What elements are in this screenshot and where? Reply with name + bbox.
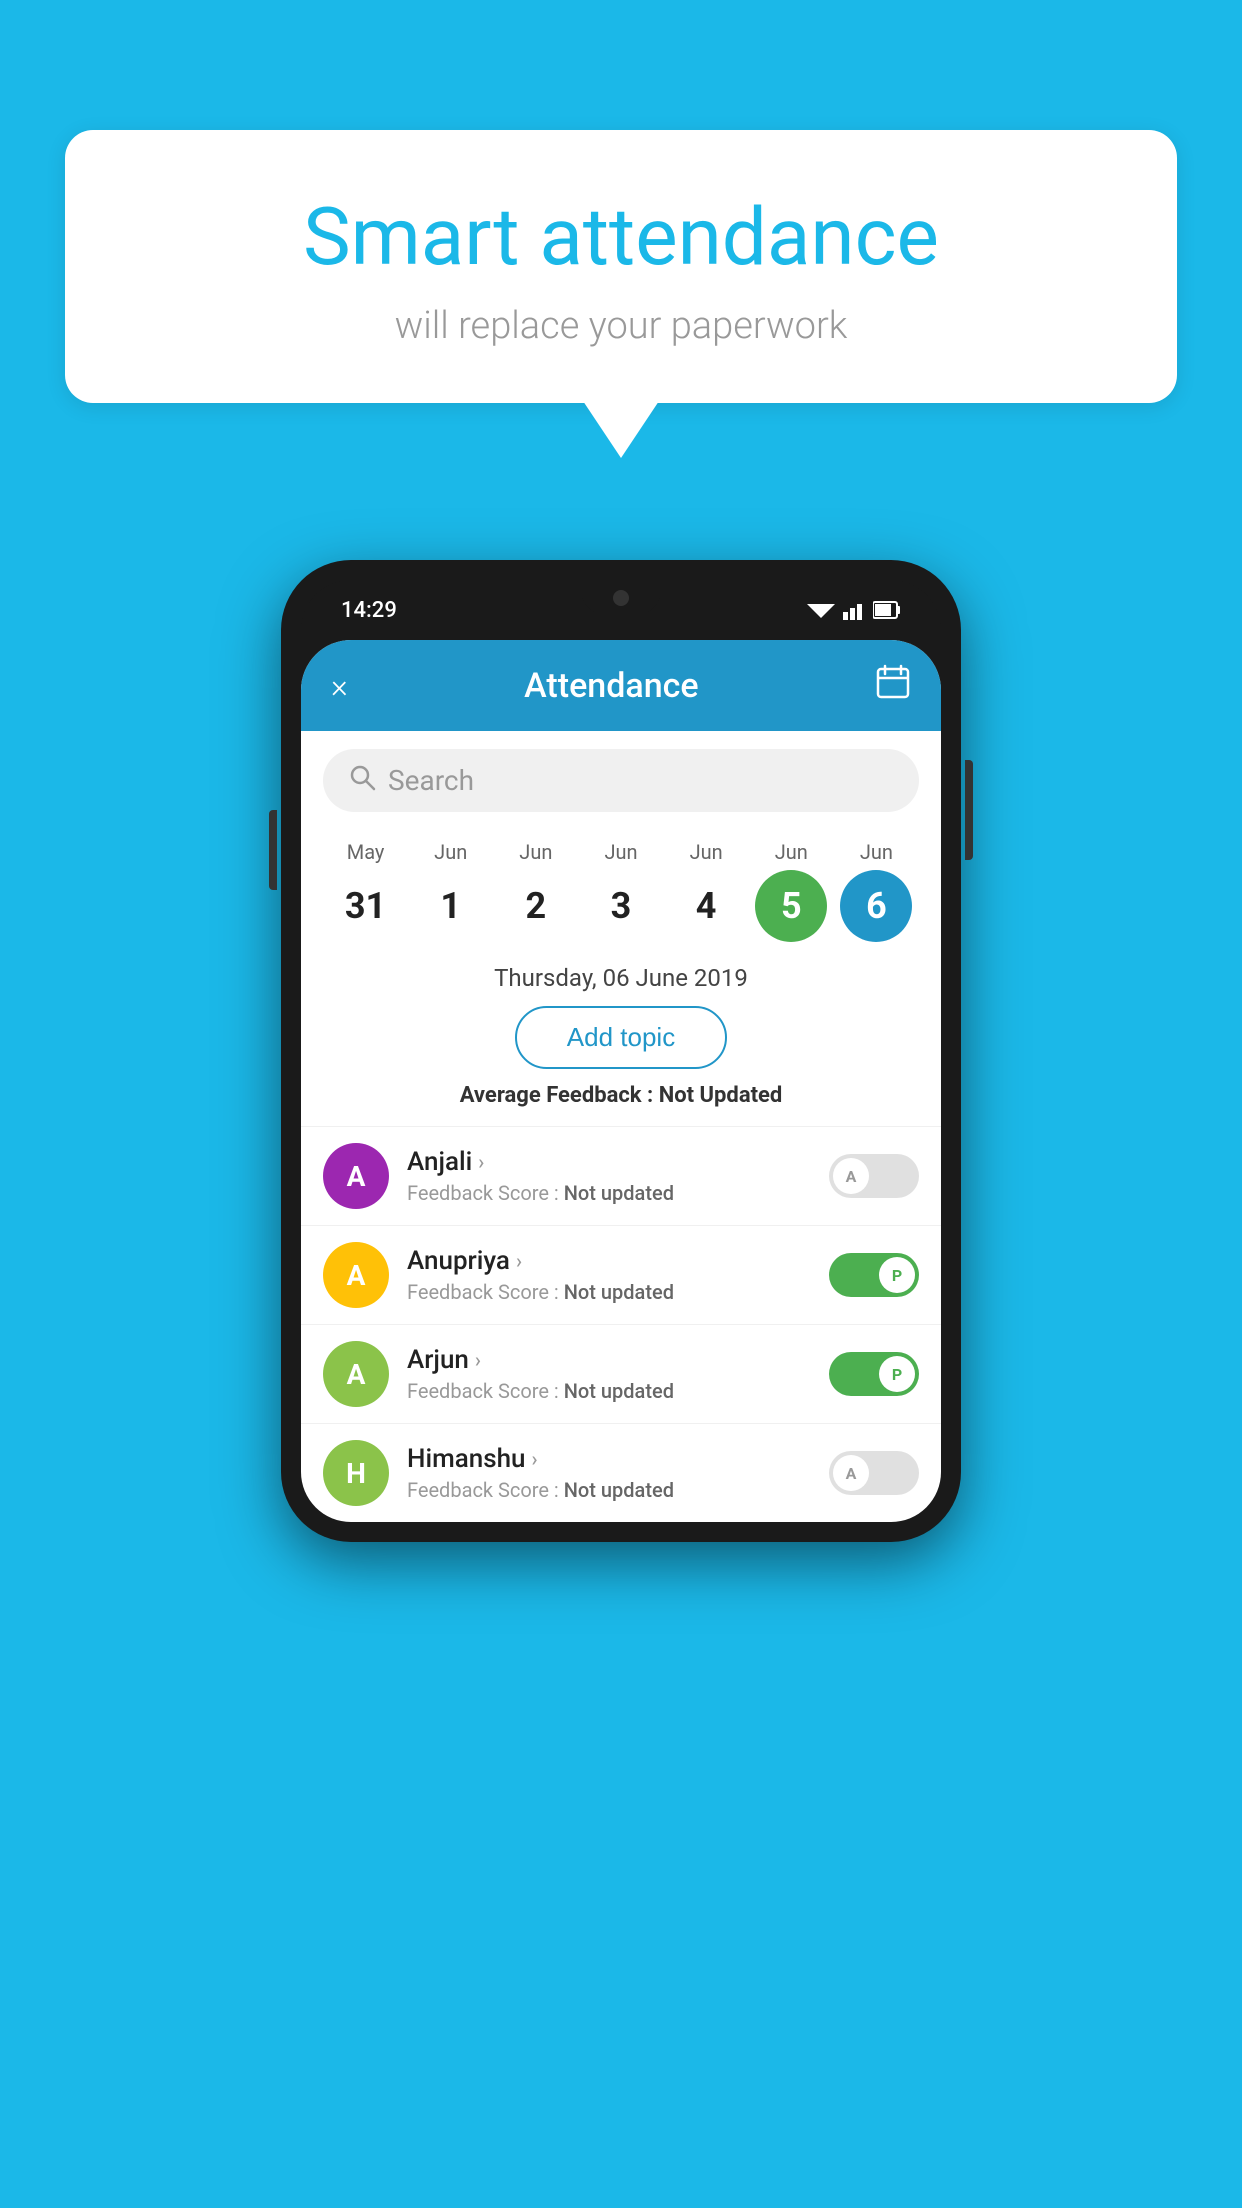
toggle-container[interactable]: P [829, 1352, 919, 1396]
signal-icon [843, 600, 865, 620]
date-month: Jun [749, 840, 834, 864]
toggle-container[interactable]: A [829, 1154, 919, 1198]
phone-wrapper: 14:29 [281, 560, 961, 1542]
wifi-icon [807, 600, 835, 620]
chevron-icon: › [475, 1348, 481, 1372]
selected-date-label: Thursday, 06 June 2019 [301, 964, 941, 992]
date-item[interactable]: May 31 [323, 840, 408, 942]
feedback-score: Feedback Score : Not updated [407, 1181, 829, 1205]
avg-feedback-label: Average Feedback : [460, 1083, 659, 1108]
speech-bubble: Smart attendance will replace your paper… [65, 130, 1177, 403]
status-icons [807, 600, 901, 620]
speech-bubble-container: Smart attendance will replace your paper… [65, 130, 1177, 403]
chevron-icon: › [516, 1249, 522, 1273]
phone-screen: × Attendance [301, 640, 941, 1522]
table-row[interactable]: AAnjali ›Feedback Score : Not updatedA [301, 1126, 941, 1225]
date-item[interactable]: Jun 2 [493, 840, 578, 942]
app-header: × Attendance [301, 640, 941, 731]
toggle-container[interactable]: P [829, 1253, 919, 1297]
table-row[interactable]: A Arjun › Feedback Score : Not updated P [301, 1324, 941, 1423]
student-name[interactable]: Himanshu › [407, 1444, 829, 1474]
avg-feedback: Average Feedback : Not Updated [301, 1083, 941, 1108]
add-topic-button[interactable]: Add topic [515, 1006, 727, 1069]
date-month: Jun [664, 840, 749, 864]
phone-frame: 14:29 [281, 560, 961, 1542]
feedback-value: Not updated [564, 1379, 674, 1403]
toggle-knob: A [833, 1455, 869, 1491]
calendar-icon[interactable] [875, 664, 911, 707]
close-button[interactable]: × [331, 667, 348, 705]
date-item[interactable]: Jun 5 [749, 840, 834, 942]
feedback-score: Feedback Score : Not updated [407, 1379, 829, 1403]
date-strip: May31Jun1Jun2Jun3Jun4Jun5Jun6 [301, 830, 941, 958]
date-day[interactable]: 4 [670, 870, 742, 942]
date-item[interactable]: Jun 6 [834, 840, 919, 942]
toggle-container[interactable]: A [829, 1451, 919, 1495]
date-month: Jun [493, 840, 578, 864]
date-month: Jun [408, 840, 493, 864]
chevron-icon: › [532, 1447, 538, 1471]
avatar: A [323, 1341, 389, 1407]
attendance-toggle[interactable]: P [829, 1253, 919, 1297]
avg-feedback-value: Not Updated [659, 1083, 783, 1108]
student-list: AAnjali ›Feedback Score : Not updatedAAA… [301, 1126, 941, 1522]
chevron-icon: › [478, 1150, 484, 1174]
feedback-value: Not updated [564, 1280, 674, 1304]
avatar: A [323, 1143, 389, 1209]
attendance-toggle[interactable]: A [829, 1451, 919, 1495]
speech-bubble-title: Smart attendance [125, 190, 1117, 284]
speech-bubble-subtitle: will replace your paperwork [125, 304, 1117, 348]
feedback-value: Not updated [564, 1181, 674, 1205]
avatar: A [323, 1242, 389, 1308]
attendance-toggle[interactable]: P [829, 1352, 919, 1396]
feedback-value: Not updated [564, 1478, 674, 1502]
table-row[interactable]: H Himanshu › Feedback Score : Not updatedA [301, 1423, 941, 1522]
student-name[interactable]: Arjun › [407, 1345, 829, 1375]
date-item[interactable]: Jun 3 [578, 840, 663, 942]
phone-notch [581, 580, 661, 615]
toggle-knob: A [833, 1158, 869, 1194]
student-name[interactable]: Anjali › [407, 1147, 829, 1177]
header-title: Attendance [524, 666, 698, 706]
side-button-left [269, 810, 277, 890]
search-icon [348, 763, 376, 798]
toggle-knob: P [879, 1257, 915, 1293]
camera-dot [613, 590, 629, 606]
date-day[interactable]: 2 [500, 870, 572, 942]
search-input[interactable]: Search [388, 764, 474, 797]
date-day[interactable]: 5 [755, 870, 827, 942]
date-month: May [323, 840, 408, 864]
side-button-right [965, 760, 973, 860]
feedback-score: Feedback Score : Not updated [407, 1478, 829, 1502]
status-time: 14:29 [341, 598, 397, 623]
table-row[interactable]: A Anupriya › Feedback Score : Not updated P [301, 1225, 941, 1324]
attendance-toggle[interactable]: A [829, 1154, 919, 1198]
avatar: H [323, 1440, 389, 1506]
date-item[interactable]: Jun 4 [664, 840, 749, 942]
date-month: Jun [834, 840, 919, 864]
student-name[interactable]: Anupriya › [407, 1246, 829, 1276]
student-info: Anupriya › Feedback Score : Not updated [389, 1246, 829, 1304]
toggle-knob: P [879, 1356, 915, 1392]
status-bar: 14:29 [301, 580, 941, 640]
date-day[interactable]: 6 [840, 870, 912, 942]
date-day[interactable]: 1 [415, 870, 487, 942]
student-info: Arjun › Feedback Score : Not updated [389, 1345, 829, 1403]
date-day[interactable]: 3 [585, 870, 657, 942]
date-item[interactable]: Jun 1 [408, 840, 493, 942]
battery-icon [873, 600, 901, 620]
date-month: Jun [578, 840, 663, 864]
student-info: Anjali › Feedback Score : Not updated [389, 1147, 829, 1205]
feedback-score: Feedback Score : Not updated [407, 1280, 829, 1304]
search-bar[interactable]: Search [323, 749, 919, 812]
student-info: Himanshu › Feedback Score : Not updated [389, 1444, 829, 1502]
date-day[interactable]: 31 [330, 870, 402, 942]
